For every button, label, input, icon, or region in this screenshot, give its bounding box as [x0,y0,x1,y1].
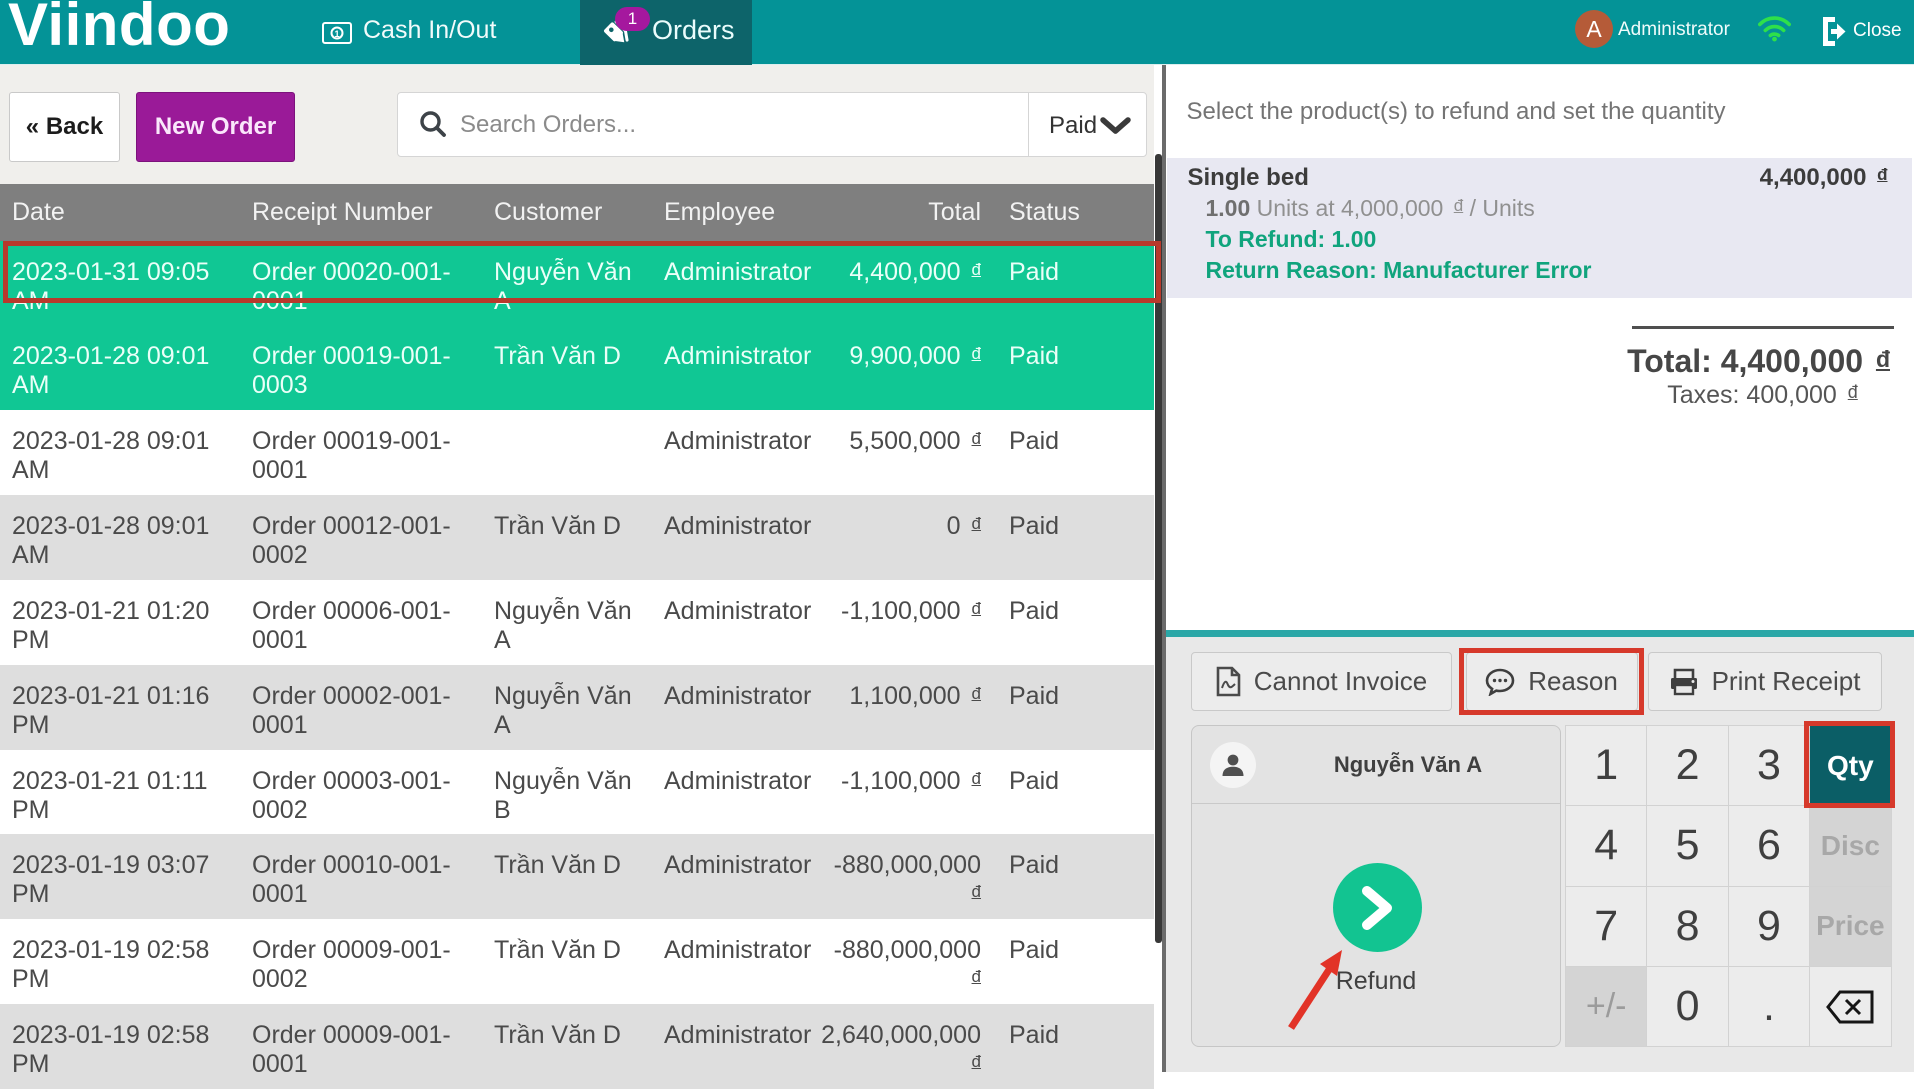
svg-text:1: 1 [334,29,339,39]
